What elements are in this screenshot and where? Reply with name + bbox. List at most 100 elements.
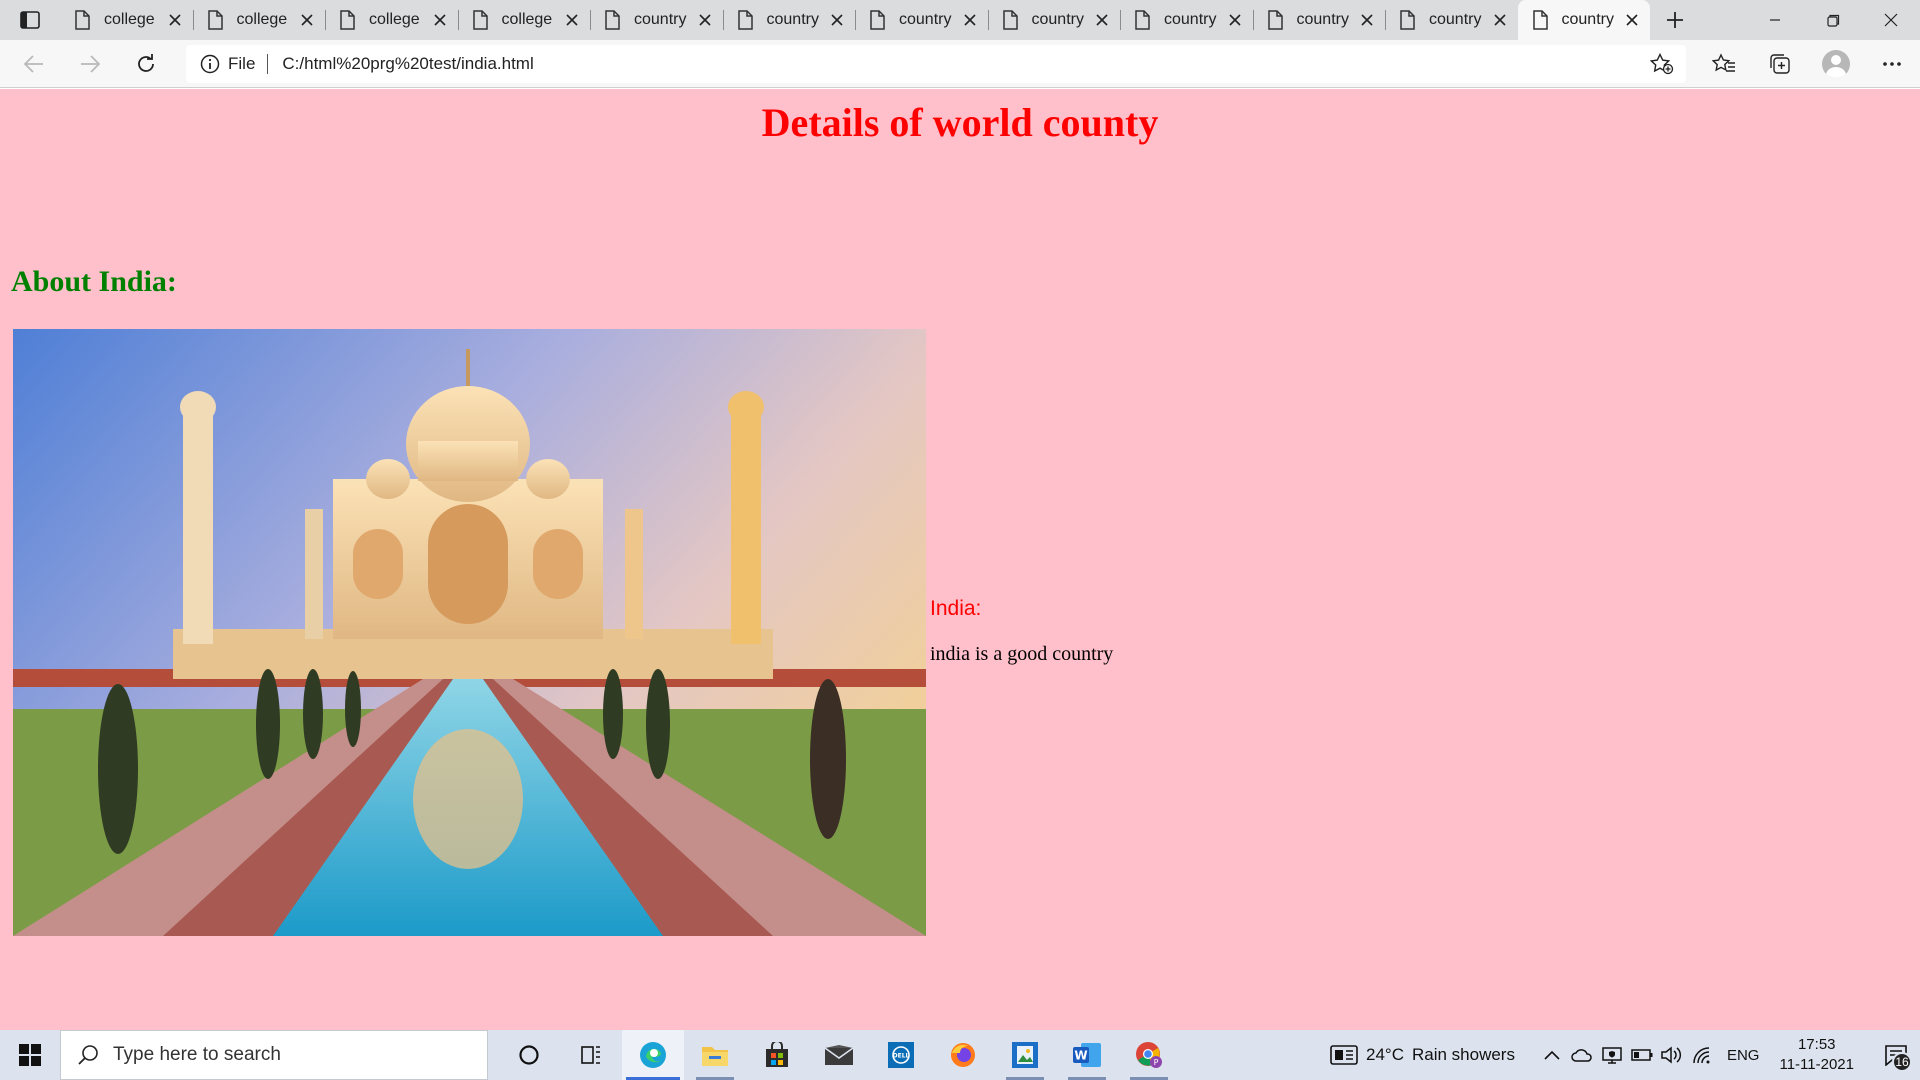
notifications-button[interactable]: 16 — [1872, 1030, 1920, 1080]
tab-title: country — [899, 11, 952, 28]
tab-college-2[interactable]: college — [192, 0, 326, 40]
tab-close-button[interactable] — [297, 10, 317, 30]
tab-title: country — [1296, 11, 1349, 28]
clock-time: 17:53 — [1797, 1036, 1836, 1053]
tab-close-button[interactable] — [695, 10, 715, 30]
tab-country-5[interactable]: country — [1120, 0, 1253, 40]
tab-country-4[interactable]: country — [987, 0, 1121, 40]
page-icon — [1400, 10, 1415, 30]
cloud-icon — [1571, 1049, 1592, 1062]
tab-close-button[interactable] — [1490, 10, 1510, 30]
edge-taskbar-app[interactable] — [622, 1030, 684, 1080]
word-app[interactable]: W — [1056, 1030, 1118, 1080]
battery-button[interactable] — [1627, 1030, 1657, 1080]
tab-college-3[interactable]: college — [325, 0, 458, 40]
task-view-icon — [581, 1046, 600, 1064]
language-indicator[interactable]: ENG — [1727, 1047, 1760, 1064]
address-bar[interactable]: File C:/html%20prg%20test/india.html — [186, 44, 1686, 83]
tab-college-4[interactable]: college — [457, 0, 591, 40]
store-icon — [766, 1042, 788, 1067]
collections-button[interactable] — [1752, 44, 1808, 84]
back-button[interactable] — [6, 44, 62, 84]
tab-college-1[interactable]: college — [60, 0, 193, 40]
dell-app[interactable]: DELL — [870, 1030, 932, 1080]
close-icon — [698, 14, 711, 26]
restore-button[interactable] — [1804, 0, 1862, 40]
tab-close-button[interactable] — [827, 10, 847, 30]
tab-close-button[interactable] — [1225, 10, 1245, 30]
avatar — [1822, 49, 1850, 78]
show-hidden-icons-button[interactable] — [1537, 1030, 1567, 1080]
tab-country-7[interactable]: country — [1385, 0, 1518, 40]
clock[interactable]: 17:53 11-11-2021 — [1779, 1035, 1854, 1075]
page-icon — [207, 10, 223, 30]
close-icon — [1361, 14, 1373, 26]
search-icon — [78, 1045, 98, 1065]
tab-title: college — [501, 11, 553, 28]
browser-toolbar: File C:/html%20prg%20test/india.html — [0, 40, 1920, 88]
forward-button[interactable] — [62, 44, 118, 84]
tab-close-button[interactable] — [1622, 10, 1642, 30]
arrow-left-icon — [24, 54, 43, 73]
tab-country-6[interactable]: country — [1252, 0, 1386, 40]
close-icon — [1493, 14, 1506, 26]
photos-app[interactable] — [994, 1030, 1056, 1080]
close-icon — [963, 14, 976, 26]
tab-close-button[interactable] — [430, 10, 450, 30]
tab-close-button[interactable] — [562, 10, 582, 30]
mail-app[interactable] — [808, 1030, 870, 1080]
address-separator — [267, 53, 269, 74]
tab-country-3[interactable]: country — [855, 0, 988, 40]
new-tab-button[interactable] — [1650, 0, 1700, 40]
security-button[interactable] — [1597, 1030, 1627, 1080]
settings-menu-button[interactable] — [1864, 44, 1920, 84]
chrome-app[interactable]: P — [1118, 1030, 1180, 1080]
firefox-app[interactable] — [932, 1030, 994, 1080]
tab-close-button[interactable] — [960, 10, 980, 30]
info-icon[interactable] — [200, 54, 220, 74]
weather-temperature: 24°C — [1365, 1045, 1404, 1064]
tab-close-button[interactable] — [1092, 10, 1112, 30]
store-app[interactable] — [746, 1030, 808, 1080]
onedrive-button[interactable] — [1567, 1030, 1597, 1080]
firefox-icon — [951, 1043, 975, 1067]
favorites-button[interactable] — [1696, 44, 1752, 84]
notification-count-badge: 16 — [1892, 1052, 1912, 1072]
refresh-button[interactable] — [118, 44, 174, 84]
start-button[interactable] — [0, 1030, 60, 1080]
tab-close-button[interactable] — [165, 10, 185, 30]
tab-country-2[interactable]: country — [722, 0, 856, 40]
minimize-button[interactable] — [1746, 0, 1804, 40]
refresh-icon — [138, 53, 154, 72]
photos-icon — [1012, 1042, 1038, 1068]
url-text[interactable]: C:/html%20prg%20test/india.html — [282, 54, 1650, 74]
file-explorer-app[interactable] — [684, 1030, 746, 1080]
volume-button[interactable] — [1657, 1030, 1687, 1080]
tab-title: country — [1429, 11, 1482, 28]
tab-country-1[interactable]: country — [590, 0, 723, 40]
close-icon — [168, 14, 181, 26]
page-icon — [1532, 10, 1548, 30]
mail-icon — [824, 1045, 854, 1065]
wifi-button[interactable] — [1687, 1030, 1717, 1080]
wifi-icon — [1693, 1047, 1710, 1064]
toolbar-actions — [1696, 44, 1920, 84]
tab-close-button[interactable] — [1357, 10, 1377, 30]
weather-widget[interactable]: 24°C Rain showers — [1330, 1045, 1515, 1065]
page-icon — [605, 10, 620, 30]
close-window-button[interactable] — [1862, 0, 1920, 40]
caption-title: India: — [930, 597, 982, 620]
taskbar-search[interactable]: Type here to search — [60, 1030, 488, 1080]
page-viewport: Details of world county About India: Ind… — [0, 89, 1920, 1030]
add-favorite-icon[interactable] — [1650, 52, 1674, 75]
task-view-button[interactable] — [560, 1030, 622, 1080]
page-icon — [472, 10, 488, 30]
cortana-button[interactable] — [498, 1030, 560, 1080]
monitor-shield-icon — [1602, 1047, 1622, 1064]
profile-button[interactable] — [1808, 44, 1864, 84]
plus-icon — [1667, 12, 1683, 28]
page-icon — [1002, 10, 1018, 30]
tab-country-active[interactable]: country — [1517, 0, 1650, 40]
tab-actions-button[interactable] — [0, 0, 60, 40]
section-heading: About India: — [11, 265, 177, 298]
